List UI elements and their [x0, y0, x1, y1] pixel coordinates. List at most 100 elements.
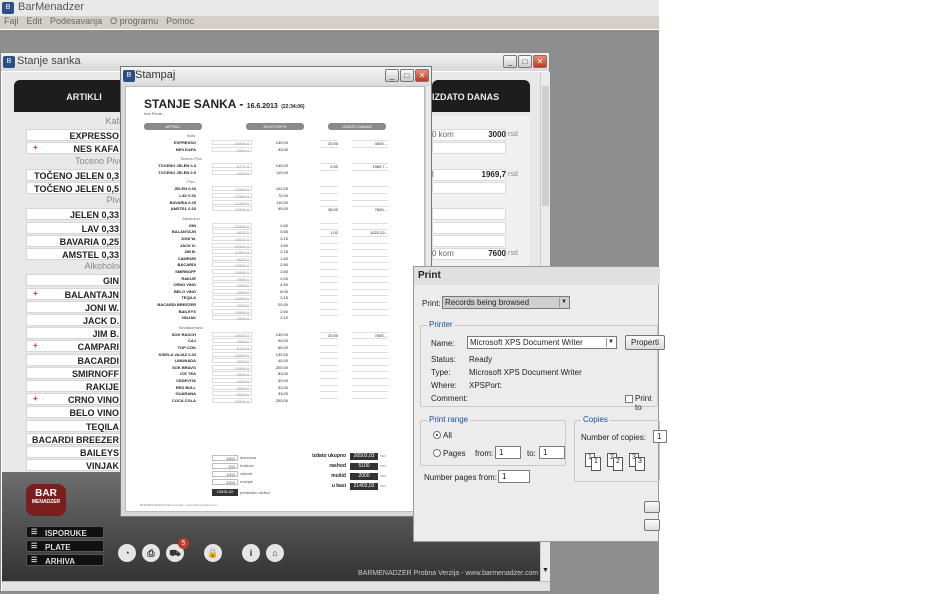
properties-button[interactable]: Properti: [625, 335, 665, 350]
table-row[interactable]: JIM B.: [26, 327, 124, 340]
horizontal-scrollbar[interactable]: [2, 581, 550, 591]
report-item-price: 40,00: [277, 358, 288, 364]
report-item-count: 13999,0: [212, 351, 252, 358]
menu-item[interactable]: O programu: [110, 16, 158, 28]
pages-radio[interactable]: [433, 449, 441, 457]
table-row[interactable]: TOČENO JELEN 0,5: [26, 182, 124, 194]
scroll-down-icon[interactable]: ▼: [541, 567, 550, 577]
table-row[interactable]: TOČENO JELEN 0,3: [26, 168, 124, 181]
article-name: CAMPARI: [77, 342, 119, 353]
report-izdato-value: [352, 193, 388, 194]
report-item-price: 2,15: [280, 249, 288, 255]
report-izdato-qty: [320, 199, 338, 201]
isporuke-button[interactable]: ☰ ISPORUKE: [26, 526, 104, 538]
to-input[interactable]: 1: [539, 446, 565, 459]
report-item-count: 11999,0: [212, 206, 252, 212]
report-izdato-value: 1022,22...: [352, 229, 388, 235]
report-izdato-qty: [320, 364, 338, 366]
menu-item[interactable]: Fajl: [4, 16, 19, 28]
printer-name-select[interactable]: Microsoft XPS Document Writer ▼: [467, 336, 617, 349]
collate-page-icon: 2: [613, 457, 623, 471]
report-izdato-value: [352, 262, 388, 264]
info-icon[interactable]: i: [242, 544, 260, 562]
article-name: CRNO VINO: [67, 395, 119, 406]
print-title-bar[interactable]: Print: [414, 267, 660, 285]
action-icons: ◔ ⎙ ⛟ 🔒 i ⌂: [118, 544, 298, 566]
report-item-count: 20999,0: [212, 397, 252, 404]
table-row[interactable]: BACARDI: [26, 353, 124, 366]
table-row[interactable]: BAILEYS: [26, 446, 124, 458]
minimize-button[interactable]: _: [503, 55, 517, 68]
report-izdato-qty: [320, 193, 338, 194]
summary-label: troškovi: [240, 463, 254, 468]
table-row[interactable]: RAKIJE: [26, 380, 124, 392]
table-row[interactable]: SMIRNOFF: [26, 366, 124, 379]
table-row[interactable]: + CRNO VINO: [26, 393, 124, 406]
num-pages-input[interactable]: 1: [498, 470, 530, 483]
summary-right-unit: rsd: [380, 463, 386, 468]
print-range-group: Print range All Pages from: 1 to: 1: [420, 415, 566, 466]
user-icon: ☰: [31, 543, 38, 550]
menu-item[interactable]: Podesavanja: [50, 16, 102, 28]
close-button[interactable]: ✕: [533, 55, 547, 68]
report-item-count: 10522,0: [212, 236, 252, 242]
all-radio[interactable]: [433, 431, 441, 439]
table-row[interactable]: EXPRESSO: [26, 129, 124, 142]
report-izdato-qty: [320, 345, 338, 346]
table-row[interactable]: BACARDI BREEZER: [26, 432, 124, 445]
table-row[interactable]: AMSTEL 0,33: [26, 248, 124, 260]
report-item-count: 11999,0: [212, 249, 252, 255]
stampaj-maximize-button[interactable]: □: [400, 69, 414, 82]
table-row[interactable]: BAVARIA 0,25: [26, 234, 124, 247]
ok-button[interactable]: [644, 501, 660, 513]
plate-button[interactable]: ☰ PLATE: [26, 540, 104, 552]
table-row[interactable]: JELEN 0,33: [26, 208, 124, 221]
home-icon[interactable]: ⌂: [266, 544, 284, 562]
stampaj-minimize-button[interactable]: _: [385, 69, 399, 82]
report-item-count: 12999,0: [212, 193, 252, 199]
menu-item[interactable]: Pomoc: [166, 16, 194, 28]
cancel-button[interactable]: [644, 519, 660, 531]
lock-icon[interactable]: 🔒: [204, 544, 222, 562]
report-item-price: 1,60: [280, 255, 288, 261]
menu-item[interactable]: Edit: [27, 16, 43, 28]
table-row[interactable]: LAV 0,33: [26, 221, 124, 234]
scroll-thumb[interactable]: [542, 86, 549, 206]
stampaj-title-bar[interactable]: B Stampaj _ □ ✕: [121, 67, 431, 85]
report-item-count: 10999,0: [212, 364, 252, 371]
table-row[interactable]: VINJAK: [26, 459, 124, 472]
article-name: BAILEYS: [79, 448, 119, 458]
summary-right-value: 26503,03: [350, 453, 378, 460]
izdato-unit: rsd: [508, 250, 518, 257]
print-scope-select[interactable]: Records being browsed ▼: [442, 296, 570, 309]
where-value: XPSPort:: [469, 381, 502, 390]
chart-icon[interactable]: ◔: [118, 544, 136, 562]
stampaj-close-button[interactable]: ✕: [415, 69, 429, 82]
table-row[interactable]: JACK D.: [26, 314, 124, 326]
article-name: JONI W.: [84, 302, 119, 313]
table-row[interactable]: BELO VINO: [26, 406, 124, 419]
summary-label: dnevnica: [240, 455, 257, 460]
from-input[interactable]: 1: [495, 446, 521, 459]
table-row[interactable]: JONI W.: [26, 300, 124, 313]
table-row[interactable]: + NES KAFA: [26, 142, 124, 155]
table-row[interactable]: TEQILA: [26, 419, 124, 432]
num-copies-input[interactable]: 1: [653, 430, 667, 443]
report-izdato-value: [352, 222, 388, 224]
report-izdato-value: [352, 397, 388, 399]
report-item-count: 4999,0: [212, 315, 252, 321]
arhiva-button[interactable]: ☰ ARHIVA: [26, 554, 104, 566]
summary-right-value: 5100: [350, 463, 378, 470]
report-izdato-value: [352, 302, 388, 303]
report-izdato-value: [352, 295, 388, 297]
article-name: BELO VINO: [69, 408, 119, 419]
table-row[interactable]: + BALANTAJN: [26, 287, 124, 300]
table-row[interactable]: + CAMPARI: [26, 340, 124, 353]
maximize-button[interactable]: □: [518, 55, 532, 68]
report-izdato-value: [352, 186, 388, 188]
print-icon[interactable]: ⎙: [142, 544, 160, 562]
table-row[interactable]: GIN: [26, 274, 124, 287]
print-to-file-checkbox[interactable]: [625, 395, 633, 403]
all-label: All: [443, 431, 452, 440]
report-item-count: 11999,0: [212, 295, 252, 301]
